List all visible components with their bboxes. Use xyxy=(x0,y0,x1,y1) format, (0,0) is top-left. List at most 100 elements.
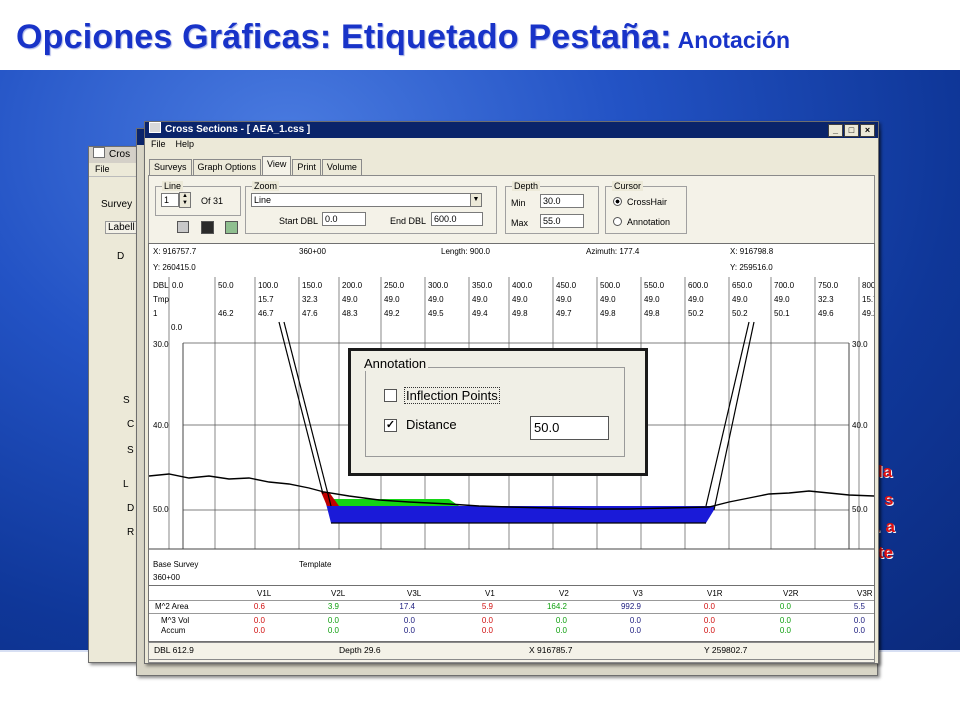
vol-cell: 0.0 xyxy=(853,616,865,625)
print-preview-icon[interactable] xyxy=(225,221,238,234)
minimize-button[interactable]: _ xyxy=(828,124,843,137)
tab-graph-options[interactable]: Graph Options xyxy=(192,159,262,175)
status-x: X 916785.7 xyxy=(529,645,573,655)
end-dbl-label: End DBL xyxy=(390,216,427,226)
slide-title-main: Opciones Gráficas: Etiquetado Pestaña: xyxy=(16,18,672,56)
vol-row-label: M^3 Vol xyxy=(161,616,190,625)
back-group-label-s: S xyxy=(123,395,130,406)
crosshair-radio[interactable] xyxy=(613,197,622,206)
tab-print[interactable]: Print xyxy=(292,159,321,175)
inflection-points-checkbox[interactable] xyxy=(384,389,397,402)
start-dbl-label: Start DBL xyxy=(279,216,319,226)
start-dbl-input[interactable]: 0.0 xyxy=(322,212,366,226)
base-survey-label: Base Survey xyxy=(153,560,199,569)
tab-view[interactable]: View xyxy=(262,156,292,175)
annotation-radio-label: Annotation xyxy=(627,217,671,227)
annotation-group xyxy=(365,367,625,457)
accum-cell: 0.0 xyxy=(853,626,865,635)
tab-strip: Surveys Graph Options View Print Volume xyxy=(149,156,363,175)
area-cell: 0.6 xyxy=(253,602,265,611)
back-field-s: S xyxy=(127,445,134,456)
maximize-button[interactable]: □ xyxy=(844,124,859,137)
tab-surveys[interactable]: Surveys xyxy=(149,159,192,175)
volume-column-header: V1 xyxy=(485,589,495,598)
slide-title: Opciones Gráficas: Etiquetado Pestaña: An… xyxy=(16,18,790,57)
distance-label: Distance xyxy=(406,417,457,432)
back-field-d: D xyxy=(127,503,135,514)
tab-volume[interactable]: Volume xyxy=(321,159,362,175)
app-icon xyxy=(149,122,161,133)
vol-cell: 0.0 xyxy=(481,616,493,625)
copy-icon[interactable] xyxy=(177,221,189,233)
accum-cell: 0.0 xyxy=(779,626,791,635)
line-spinner[interactable]: ▲ ▼ xyxy=(179,192,191,208)
vol-cell: 0.0 xyxy=(253,616,265,625)
distance-checkbox[interactable]: ✓ xyxy=(384,419,397,432)
zoom-group-label: Zoom xyxy=(252,181,280,191)
volume-column-header: V1L xyxy=(257,589,272,598)
vol-cell: 0.0 xyxy=(555,616,567,625)
template-right-slope-1 xyxy=(705,321,750,507)
volume-column-header: V1R xyxy=(707,589,723,598)
depth-max-label: Max xyxy=(511,218,529,228)
background-text-4: te xyxy=(878,543,894,562)
depth-min-label: Min xyxy=(511,198,526,208)
menubar: File Help xyxy=(145,138,878,151)
accum-cell: 0.0 xyxy=(703,626,715,635)
zoom-select[interactable]: Line xyxy=(251,193,481,207)
depth-max-input[interactable]: 55.0 xyxy=(540,214,584,228)
accum-cell: 0.0 xyxy=(327,626,339,635)
area-cell: 164.2 xyxy=(546,602,567,611)
back-tab-labelling[interactable]: Labell xyxy=(105,221,138,234)
vol-cell: 0.0 xyxy=(403,616,415,625)
accum-row-label: Accum xyxy=(161,626,186,635)
volume-column-header: V3R xyxy=(857,589,873,598)
back-menu-file[interactable]: File xyxy=(95,164,110,174)
distance-input[interactable]: 50.0 xyxy=(530,416,609,440)
envelope-icon xyxy=(93,147,105,158)
vol-cell: 0.0 xyxy=(327,616,339,625)
template-right-slope-2 xyxy=(713,321,755,511)
ground-profile-line xyxy=(149,473,874,510)
crosshair-label: CrossHair xyxy=(627,197,668,207)
end-dbl-input[interactable]: 600.0 xyxy=(431,212,483,226)
accum-cell: 0.0 xyxy=(481,626,493,635)
accum-cell: 0.0 xyxy=(629,626,641,635)
back-tab-surveys[interactable]: Survey xyxy=(101,199,132,210)
line-number-input[interactable]: 1 xyxy=(161,193,179,207)
status-y: Y 259802.7 xyxy=(704,645,748,655)
template-left-slope-1 xyxy=(278,321,324,495)
annotation-radio[interactable] xyxy=(613,217,622,226)
menu-help[interactable]: Help xyxy=(176,139,195,149)
depth-min-input[interactable]: 30.0 xyxy=(540,194,584,208)
chevron-down-icon[interactable]: ▼ xyxy=(470,193,482,207)
slide-title-sub: Anotación xyxy=(677,27,791,53)
close-button[interactable]: × xyxy=(860,124,875,137)
area-cell: 3.9 xyxy=(327,602,339,611)
film-icon[interactable] xyxy=(201,221,214,234)
accum-cell: 0.0 xyxy=(403,626,415,635)
area-cell: 17.4 xyxy=(399,602,415,611)
volume-table: V1L V2L V3L V1 V2 V3 V1R V2R V3R M^2 Area 0.6 3.9 17… xyxy=(148,585,875,642)
area-cell: 0.0 xyxy=(779,602,791,611)
back-group-label-l: L xyxy=(123,479,129,490)
status-depth: Depth 29.6 xyxy=(339,645,381,655)
area-cell: 992.9 xyxy=(620,602,641,611)
annotation-group-label: Annotation xyxy=(362,356,429,371)
template-left-slope-2 xyxy=(283,321,332,507)
depth-group-label: Depth xyxy=(512,181,541,191)
cursor-group-label: Cursor xyxy=(612,181,644,191)
menu-file[interactable]: File xyxy=(151,139,166,149)
back-field-c: C xyxy=(127,419,135,430)
volume-column-header: V2R xyxy=(783,589,799,598)
background-text-1: la xyxy=(878,462,893,481)
background-text-2: s xyxy=(884,490,894,509)
line-of-label: Of 31 xyxy=(201,196,224,206)
vol-cell: 0.0 xyxy=(779,616,791,625)
area-cell: 5.5 xyxy=(853,602,865,611)
line-group-label: Line xyxy=(162,181,184,191)
window-titlebar: Cross Sections - [ AEA_1.css ] _ □ × xyxy=(145,122,878,138)
vol-cell: 0.0 xyxy=(629,616,641,625)
back-field-r: R xyxy=(127,527,135,538)
accum-cell: 0.0 xyxy=(253,626,265,635)
